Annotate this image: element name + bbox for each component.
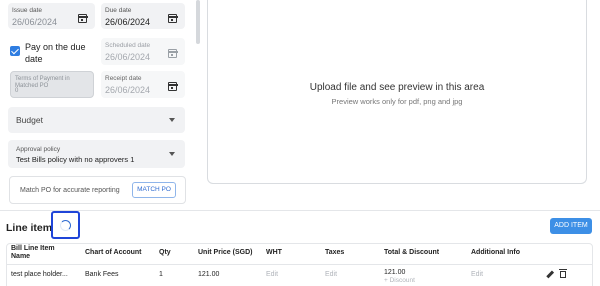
add-discount-link[interactable]: + Discount <box>384 277 415 284</box>
scheduled-date-value: 26/06/2024 <box>105 52 151 62</box>
match-po-button[interactable]: MATCH PO <box>132 182 176 198</box>
budget-placeholder: Budget <box>16 115 43 125</box>
column-header-total: Total & Discount <box>380 243 467 265</box>
due-date-field[interactable]: Due date 26/06/2024 <box>101 3 185 29</box>
trash-icon[interactable] <box>559 268 567 278</box>
receipt-date-value: 26/06/2024 <box>105 85 151 95</box>
calendar-icon <box>167 49 178 58</box>
receipt-date-label: Receipt date <box>105 75 142 82</box>
table-header-row: Bill Line Item Name Chart of Account Qty … <box>7 243 592 265</box>
line-items-table: Bill Line Item Name Chart of Account Qty … <box>7 243 592 285</box>
receipt-date-field[interactable]: Receipt date 26/06/2024 <box>101 71 185 98</box>
column-header-account: Chart of Account <box>81 243 155 265</box>
scheduled-date-label: Scheduled date <box>105 42 151 49</box>
approval-policy-label: Approval policy <box>16 146 61 153</box>
cell-unit-price[interactable]: 121.00 <box>194 264 262 285</box>
cell-account[interactable]: Bank Fees <box>81 264 155 285</box>
approval-policy-select[interactable]: Approval policy Test Bills policy with n… <box>8 140 185 168</box>
cell-wht-edit[interactable]: Edit <box>262 264 321 285</box>
cell-info-edit[interactable]: Edit <box>467 264 542 285</box>
name-header-line1: Bill Line Item <box>11 244 55 252</box>
cell-name[interactable]: test place holder... <box>7 264 81 285</box>
calendar-icon[interactable] <box>77 14 88 23</box>
cell-qty[interactable]: 1 <box>155 264 194 285</box>
column-header-wht: WHT <box>262 243 321 265</box>
chevron-down-icon <box>169 152 175 156</box>
terms-of-payment-value: 0 <box>15 88 19 94</box>
column-header-qty: Qty <box>155 243 194 265</box>
upload-title: Upload file and see preview in this area <box>309 82 485 93</box>
section-divider <box>0 210 600 211</box>
name-header-line2: Name <box>11 253 31 261</box>
column-header-info: Additional Info <box>467 243 542 265</box>
approval-policy-value: Test Bills policy with no approvers 1 <box>16 155 135 164</box>
calendar-icon[interactable] <box>167 14 178 23</box>
scheduled-date-field: Scheduled date 26/06/2024 <box>101 38 185 65</box>
table-row[interactable]: test place holder... Bank Fees 1 121.00 … <box>7 264 592 285</box>
issue-date-field[interactable]: Issue date 26/06/2024 <box>8 3 95 29</box>
budget-select[interactable]: Budget <box>8 107 185 133</box>
pay-on-due-date-line2: date <box>25 54 43 64</box>
cell-taxes-edit[interactable]: Edit <box>321 264 380 285</box>
upload-preview-area[interactable]: Upload file and see preview in this area… <box>207 0 587 184</box>
pay-on-due-date-checkbox[interactable] <box>10 46 20 56</box>
pencil-icon[interactable] <box>546 270 554 279</box>
loading-spinner-icon <box>60 220 71 231</box>
loading-highlight-box <box>51 211 80 239</box>
scrollbar[interactable] <box>196 0 200 44</box>
column-header-taxes: Taxes <box>321 243 380 265</box>
total-value: 121.00 <box>384 268 406 276</box>
pay-on-due-date-label: Pay on the due date <box>25 41 86 65</box>
match-po-card: Match PO for accurate reporting MATCH PO <box>9 176 186 204</box>
cell-total[interactable]: 121.00 + Discount <box>380 264 467 285</box>
column-header-unit-price: Unit Price (SGD) <box>194 243 262 265</box>
column-header-actions <box>542 243 592 265</box>
calendar-icon[interactable] <box>167 82 178 91</box>
issue-date-label: Issue date <box>12 7 42 14</box>
cell-actions <box>542 264 592 285</box>
due-date-value: 26/06/2024 <box>105 17 151 27</box>
terms-of-payment-label: Terms of Payment in Matched PO <box>15 76 70 89</box>
due-date-label: Due date <box>105 7 132 14</box>
add-item-button[interactable]: ADD ITEM <box>550 218 592 234</box>
chevron-down-icon <box>169 118 175 122</box>
terms-label-line2: Matched PO <box>15 82 49 89</box>
upload-subtitle: Preview works only for pdf, png and jpg <box>331 97 463 106</box>
issue-date-value: 26/06/2024 <box>12 17 58 27</box>
terms-label-line1: Terms of Payment in <box>15 76 70 82</box>
column-header-name: Bill Line Item Name <box>7 243 81 265</box>
match-po-text: Match PO for accurate reporting <box>20 187 120 194</box>
pay-on-due-date-line1: Pay on the due <box>25 42 86 52</box>
terms-of-payment-field: Terms of Payment in Matched PO 0 <box>10 71 94 98</box>
